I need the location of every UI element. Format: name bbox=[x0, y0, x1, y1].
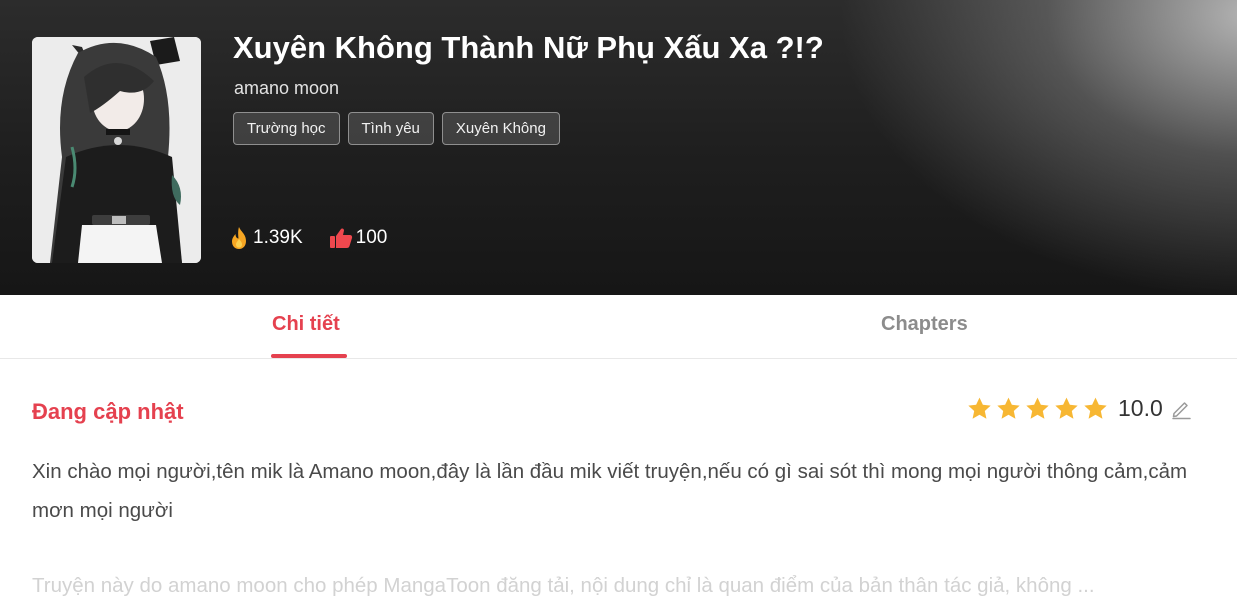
fire-icon bbox=[232, 227, 246, 249]
thumbs-up-icon bbox=[329, 228, 352, 248]
rating-value: 10.0 bbox=[1118, 395, 1163, 421]
rating-stars bbox=[966, 396, 1109, 422]
star-icon bbox=[968, 397, 991, 419]
edit-rating-button[interactable] bbox=[1170, 398, 1192, 420]
copyright-disclaimer: Truyện này do amano moon cho phép MangaT… bbox=[32, 574, 1095, 597]
tag-romance[interactable]: Tình yêu bbox=[347, 112, 434, 145]
star-icon bbox=[1084, 397, 1107, 419]
star-icon bbox=[997, 397, 1020, 419]
hero-banner: Xuyên Không Thành Nữ Phụ Xấu Xa ?!? aman… bbox=[0, 0, 1237, 295]
cover-illustration bbox=[32, 37, 201, 263]
tab-details[interactable]: Chi tiết bbox=[272, 313, 340, 336]
description: Xin chào mọi người,tên mik là Amano moon… bbox=[32, 460, 1188, 522]
update-status: Đang cập nhật bbox=[32, 399, 184, 424]
pencil-icon bbox=[1172, 401, 1191, 419]
author-name[interactable]: amano moon bbox=[234, 78, 339, 99]
tag-time-travel[interactable]: Xuyên Không bbox=[441, 112, 560, 145]
tab-bar: Chi tiết Chapters bbox=[0, 295, 1237, 359]
tag-list: Trường học Tình yêu Xuyên Không bbox=[233, 112, 560, 145]
views-stat: 1.39K bbox=[228, 226, 303, 250]
tab-chapters[interactable]: Chapters bbox=[881, 313, 968, 336]
rating: 10.0 bbox=[966, 395, 1192, 422]
stats-bar: 1.39K 100 bbox=[228, 226, 413, 250]
star-icon bbox=[1055, 397, 1078, 419]
views-count: 1.39K bbox=[253, 227, 303, 248]
cover-image[interactable] bbox=[32, 37, 201, 263]
likes-count: 100 bbox=[355, 227, 388, 248]
likes-stat[interactable]: 100 bbox=[329, 227, 388, 249]
active-tab-indicator bbox=[271, 354, 347, 358]
comic-title: Xuyên Không Thành Nữ Phụ Xấu Xa ?!? bbox=[233, 30, 824, 65]
tag-school[interactable]: Trường học bbox=[233, 112, 340, 145]
star-icon bbox=[1026, 397, 1049, 419]
